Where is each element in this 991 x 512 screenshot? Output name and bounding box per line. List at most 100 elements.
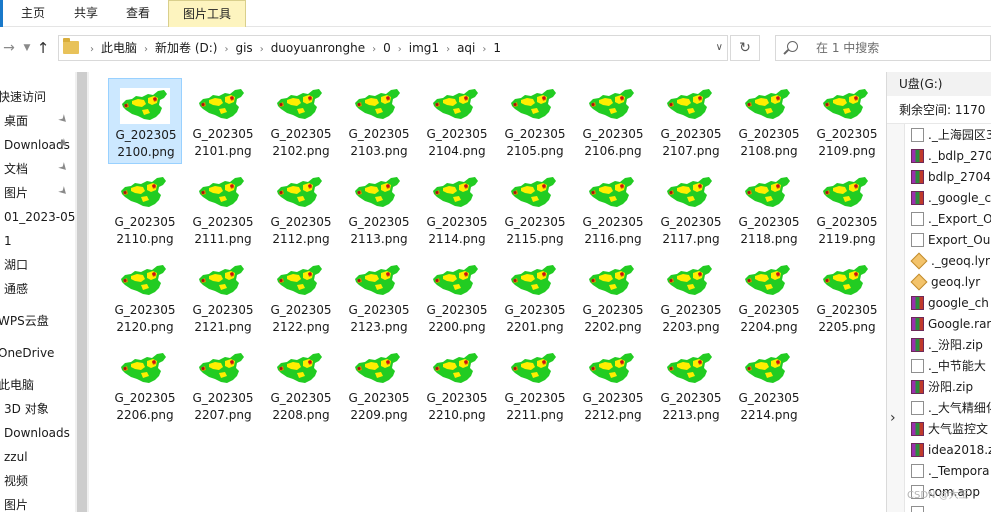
file-item[interactable]: G_202305 2103.png: [342, 78, 416, 164]
breadcrumb-separator-icon[interactable]: ›: [144, 44, 148, 55]
file-item[interactable]: G_202305 2100.png: [108, 78, 182, 164]
nav-item[interactable]: 图片: [4, 494, 28, 512]
nav-item[interactable]: 桌面: [4, 110, 28, 132]
nav-item[interactable]: Downloads: [4, 422, 70, 444]
scrollbar-thumb[interactable]: [77, 72, 87, 512]
usb-pane-expander[interactable]: ›: [887, 124, 905, 512]
file-item[interactable]: G_202305 2115.png: [498, 166, 572, 252]
breadcrumb-item[interactable]: aqi: [457, 41, 475, 55]
usb-file-item[interactable]: ._google_c: [911, 188, 991, 209]
breadcrumb-separator-icon[interactable]: ›: [224, 44, 228, 55]
file-item[interactable]: G_202305 2205.png: [810, 254, 884, 340]
nav-item[interactable]: 1: [4, 230, 12, 252]
breadcrumb-separator-icon[interactable]: ›: [482, 44, 486, 55]
file-item[interactable]: G_202305 2118.png: [732, 166, 806, 252]
usb-file-item[interactable]: ._Tempora: [911, 461, 989, 482]
chevron-right-icon[interactable]: ›: [890, 410, 896, 426]
usb-file-item[interactable]: Export_Ou: [911, 230, 990, 251]
file-item[interactable]: G_202305 2114.png: [420, 166, 494, 252]
breadcrumb-separator-icon[interactable]: ›: [398, 44, 402, 55]
nav-item[interactable]: 视频: [4, 470, 28, 492]
usb-file-item[interactable]: ._bdlp_2704: [911, 146, 991, 167]
usb-file-item[interactable]: idea2018.z: [911, 440, 991, 461]
nav-item[interactable]: 湖口: [4, 254, 28, 276]
breadcrumb-item[interactable]: 1: [493, 41, 501, 55]
file-item[interactable]: G_202305 2105.png: [498, 78, 572, 164]
usb-file-item[interactable]: ._上海园区3: [911, 125, 991, 146]
usb-file-item[interactable]: 大气监控文: [911, 419, 988, 440]
nav-item[interactable]: 3D 对象: [4, 398, 49, 420]
file-item[interactable]: G_202305 2110.png: [108, 166, 182, 252]
usb-file-item[interactable]: geoq.lyr: [910, 272, 980, 293]
search-box[interactable]: 在 1 中搜索: [775, 35, 991, 61]
breadcrumb-item[interactable]: 0: [383, 41, 391, 55]
usb-file-item[interactable]: bdlp_2704: [911, 167, 991, 188]
file-item[interactable]: G_202305 2206.png: [108, 342, 182, 428]
file-item[interactable]: G_202305 2107.png: [654, 78, 728, 164]
file-item[interactable]: G_202305 2111.png: [186, 166, 260, 252]
usb-file-item[interactable]: ._中节能大: [911, 356, 986, 377]
file-item[interactable]: G_202305 2116.png: [576, 166, 650, 252]
file-item[interactable]: G_202305 2204.png: [732, 254, 806, 340]
nav-item[interactable]: OneDrive: [0, 342, 54, 364]
file-item[interactable]: G_202305 2113.png: [342, 166, 416, 252]
file-item[interactable]: G_202305 2119.png: [810, 166, 884, 252]
usb-file-item[interactable]: ._Export_O: [911, 209, 991, 230]
file-item[interactable]: G_202305 2122.png: [264, 254, 338, 340]
breadcrumb-item[interactable]: 此电脑: [101, 41, 137, 55]
file-item[interactable]: G_202305 2102.png: [264, 78, 338, 164]
up-arrow-icon[interactable]: ↑: [34, 39, 52, 57]
address-history-chevron-icon[interactable]: ∨: [716, 36, 723, 60]
file-item[interactable]: G_202305 2208.png: [264, 342, 338, 428]
breadcrumb-separator-icon[interactable]: ›: [90, 44, 94, 55]
file-item[interactable]: G_202305 2202.png: [576, 254, 650, 340]
tab-view[interactable]: 查看: [114, 0, 162, 27]
nav-item[interactable]: WPS云盘: [0, 310, 49, 332]
breadcrumb-item[interactable]: 新加卷 (D:): [155, 41, 217, 55]
file-item[interactable]: G_202305 2108.png: [732, 78, 806, 164]
usb-file-item[interactable]: 汾阳.zip: [911, 377, 973, 398]
usb-file-item[interactable]: [911, 503, 928, 512]
file-item[interactable]: G_202305 2104.png: [420, 78, 494, 164]
tab-picture-tools[interactable]: 图片工具: [168, 0, 246, 28]
tab-share[interactable]: 共享: [62, 0, 110, 27]
breadcrumb-separator-icon[interactable]: ›: [260, 44, 264, 55]
file-item[interactable]: G_202305 2212.png: [576, 342, 650, 428]
tab-home[interactable]: 主页: [8, 0, 58, 27]
file-item[interactable]: G_202305 2207.png: [186, 342, 260, 428]
file-item[interactable]: G_202305 2109.png: [810, 78, 884, 164]
usb-file-item[interactable]: ._汾阳.zip: [911, 335, 983, 356]
file-item[interactable]: G_202305 2120.png: [108, 254, 182, 340]
file-item[interactable]: G_202305 2121.png: [186, 254, 260, 340]
file-item[interactable]: G_202305 2123.png: [342, 254, 416, 340]
breadcrumb-item[interactable]: img1: [409, 41, 439, 55]
usb-file-item[interactable]: google_ch: [911, 293, 989, 314]
breadcrumb-separator-icon[interactable]: ›: [372, 44, 376, 55]
nav-item[interactable]: 图片: [4, 182, 28, 204]
nav-item[interactable]: zzul: [4, 446, 28, 468]
file-item[interactable]: G_202305 2210.png: [420, 342, 494, 428]
breadcrumb-item[interactable]: gis: [235, 41, 252, 55]
file-item[interactable]: G_202305 2106.png: [576, 78, 650, 164]
nav-item[interactable]: 通感: [4, 278, 28, 300]
file-item[interactable]: G_202305 2101.png: [186, 78, 260, 164]
nav-item[interactable]: 01_2023-05-: [4, 206, 80, 228]
file-item[interactable]: G_202305 2112.png: [264, 166, 338, 252]
file-item[interactable]: G_202305 2117.png: [654, 166, 728, 252]
breadcrumb-separator-icon[interactable]: ›: [446, 44, 450, 55]
file-item[interactable]: G_202305 2201.png: [498, 254, 572, 340]
file-item[interactable]: G_202305 2211.png: [498, 342, 572, 428]
file-item[interactable]: G_202305 2213.png: [654, 342, 728, 428]
refresh-button[interactable]: ↻: [730, 35, 760, 61]
file-item[interactable]: G_202305 2200.png: [420, 254, 494, 340]
nav-item[interactable]: 此电脑: [0, 374, 34, 396]
usb-file-item[interactable]: Google.rar: [911, 314, 991, 335]
nav-item[interactable]: 快速访问: [0, 86, 46, 108]
address-bar[interactable]: › 此电脑 › 新加卷 (D:) › gis › duoyuanronghe › 0 › img1 › a…: [58, 35, 728, 61]
back-arrow-icon[interactable]: →: [0, 39, 18, 57]
nav-item[interactable]: 文档: [4, 158, 28, 180]
breadcrumb-item[interactable]: duoyuanronghe: [271, 41, 365, 55]
usb-file-item[interactable]: ._大气精细化: [911, 398, 991, 419]
usb-file-item[interactable]: ._geoq.lyr: [910, 251, 990, 272]
file-item[interactable]: G_202305 2203.png: [654, 254, 728, 340]
